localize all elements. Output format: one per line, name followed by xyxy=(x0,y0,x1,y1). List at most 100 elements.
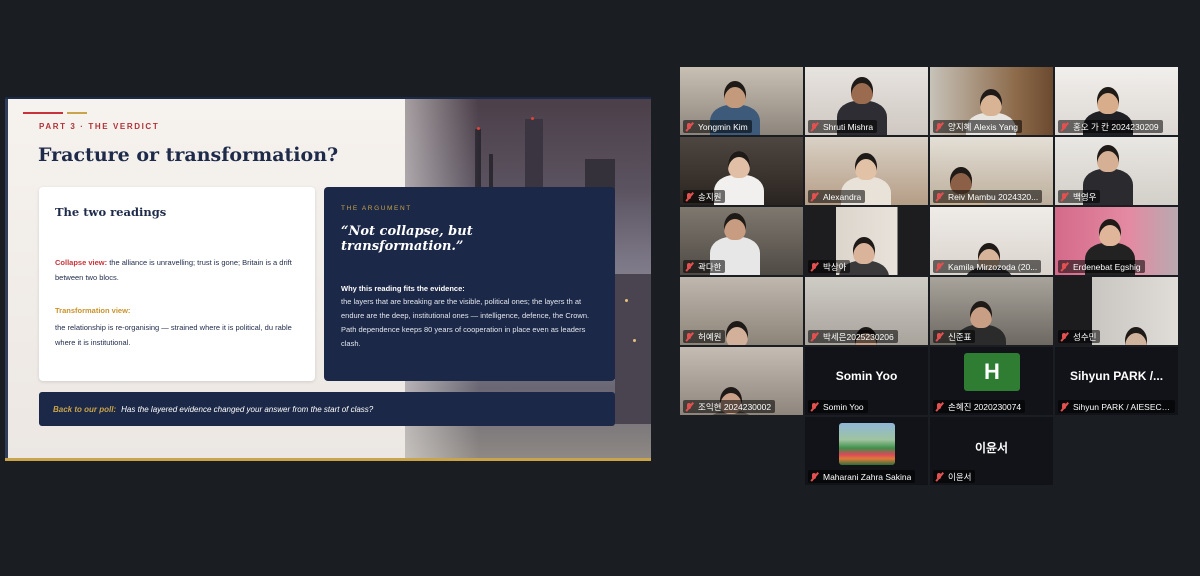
participant-display-name: Sihyun PARK /... xyxy=(1069,369,1164,383)
participant-name: Kamila Mirzozoda (20... xyxy=(948,261,1038,272)
muted-mic-icon xyxy=(1060,262,1069,272)
evidence-text: the layers that are breaking are the vis… xyxy=(341,297,590,348)
participant-tile[interactable]: 조익현 2024230002 xyxy=(680,347,803,415)
readings-heading: The two readings xyxy=(55,205,167,219)
participant-tile[interactable]: 박세은2025230206 xyxy=(805,277,928,345)
participant-face xyxy=(970,301,992,328)
slide-eyebrow: PART 3 · THE VERDICT xyxy=(39,122,160,131)
slide-left-edge xyxy=(5,99,8,461)
participant-tile[interactable]: Somin Yoo Somin Yoo xyxy=(805,347,928,415)
name-label: 양지혜 Alexis Yang xyxy=(933,120,1022,133)
transformation-view-body: the relationship is re-organising — stra… xyxy=(55,323,292,347)
participant-name: Sihyun PARK / AIESEC ... xyxy=(1073,401,1171,412)
participant-tile[interactable]: Erdenebat Egshig xyxy=(1055,207,1178,275)
muted-mic-icon xyxy=(685,122,694,132)
participant-name: Maharani Zahra Sakina xyxy=(823,471,912,482)
participant-tile[interactable]: 신준표 xyxy=(930,277,1053,345)
participant-tile[interactable]: 송지원 xyxy=(680,137,803,205)
name-label: Alexandra xyxy=(808,190,866,203)
participant-tile[interactable]: 박상아 xyxy=(805,207,928,275)
participant-tile[interactable]: 성수민 xyxy=(1055,277,1178,345)
participant-name: 송지원 xyxy=(698,191,722,202)
muted-mic-icon xyxy=(1060,192,1069,202)
muted-mic-icon xyxy=(935,192,944,202)
participant-name: Somin Yoo xyxy=(823,401,864,412)
name-label: 박상아 xyxy=(808,260,851,273)
transformation-label-text: Transformation view: xyxy=(55,306,131,315)
accent-bar xyxy=(67,112,87,114)
muted-mic-icon xyxy=(685,402,694,412)
participant-tile[interactable]: Sihyun PARK /... Sihyun PARK / AIESEC ... xyxy=(1055,347,1178,415)
name-label: 손혜진 2020230074 xyxy=(933,400,1026,413)
muted-mic-icon xyxy=(810,192,819,202)
participant-tile[interactable]: Alexandra xyxy=(805,137,928,205)
slide-title: Fracture or transformation? xyxy=(38,144,339,166)
participant-name: 백영우 xyxy=(1073,191,1097,202)
poll-label: Back to our poll: xyxy=(53,404,117,414)
name-label: 백영우 xyxy=(1058,190,1101,203)
muted-mic-icon xyxy=(810,262,819,272)
participant-tile[interactable]: 이윤서 이윤서 xyxy=(930,417,1053,485)
muted-mic-icon xyxy=(810,402,819,412)
participant-tile[interactable]: 홍오 가 칸 2024230209 xyxy=(1055,67,1178,135)
participant-name: Yongmin Kim xyxy=(698,121,748,132)
participant-tile[interactable]: 백영우 xyxy=(1055,137,1178,205)
muted-mic-icon xyxy=(935,122,944,132)
participant-face xyxy=(855,153,877,180)
participant-tile[interactable]: 양지혜 Alexis Yang xyxy=(930,67,1053,135)
participant-face xyxy=(853,237,875,264)
muted-mic-icon xyxy=(810,332,819,342)
participant-tile[interactable]: 곽다한 xyxy=(680,207,803,275)
participant-name: Shruti Mishra xyxy=(823,121,874,132)
muted-mic-icon xyxy=(1060,122,1069,132)
slide-bottom-rule xyxy=(5,458,651,461)
participant-tile[interactable]: Shruti Mishra xyxy=(805,67,928,135)
avatar: H xyxy=(964,353,1020,391)
argument-eyebrow: THE ARGUMENT xyxy=(341,205,412,212)
participant-name: 양지혜 Alexis Yang xyxy=(948,121,1018,132)
name-label: 허예원 xyxy=(683,330,726,343)
shared-slide: PART 3 · THE VERDICT Fracture or transfo… xyxy=(5,97,651,461)
name-label: Sihyun PARK / AIESEC ... xyxy=(1058,400,1175,413)
name-label: Kamila Mirzozoda (20... xyxy=(933,260,1042,273)
name-label: Shruti Mishra xyxy=(808,120,878,133)
name-label: Reiv Mambu 2024320... xyxy=(933,190,1043,203)
muted-mic-icon xyxy=(935,262,944,272)
participant-face xyxy=(1099,219,1121,246)
participant-face xyxy=(728,151,750,178)
participant-tile[interactable]: Kamila Mirzozoda (20... xyxy=(930,207,1053,275)
participant-display-name: Somin Yoo xyxy=(835,369,898,383)
participant-tile[interactable]: Maharani Zahra Sakina xyxy=(805,417,928,485)
participant-name: 성수민 xyxy=(1073,331,1097,342)
participant-name: Erdenebat Egshig xyxy=(1073,261,1141,272)
participant-name: 곽다한 xyxy=(698,261,722,272)
participant-face xyxy=(726,321,748,345)
argument-quote: “Not collapse, but transformation.” xyxy=(341,224,473,254)
name-label: 송지원 xyxy=(683,190,726,203)
name-label: 조익현 2024230002 xyxy=(683,400,776,413)
participant-tile[interactable]: H 손혜진 2020230074 xyxy=(930,347,1053,415)
name-label: 곽다한 xyxy=(683,260,726,273)
muted-mic-icon xyxy=(1060,402,1069,412)
participant-name: 허예원 xyxy=(698,331,722,342)
participant-display-name: 이윤서 xyxy=(974,441,1009,455)
participant-name: 조익현 2024230002 xyxy=(698,401,772,412)
participant-tile[interactable]: Reiv Mambu 2024320... xyxy=(930,137,1053,205)
meeting-window: PART 3 · THE VERDICT Fracture or transfo… xyxy=(0,0,1200,576)
accent-bar xyxy=(23,112,63,114)
profile-picture xyxy=(839,423,895,465)
poll-banner: Back to our poll: Has the layered eviden… xyxy=(39,392,615,426)
participant-tile[interactable]: Yongmin Kim xyxy=(680,67,803,135)
poll-question: Has the layered evidence changed your an… xyxy=(121,404,374,414)
muted-mic-icon xyxy=(685,192,694,202)
name-label: 성수민 xyxy=(1058,330,1101,343)
participant-name: 손혜진 2020230074 xyxy=(948,401,1022,412)
muted-mic-icon xyxy=(935,472,944,482)
readings-card: The two readings Collapse view: the alli… xyxy=(39,187,315,381)
participant-face xyxy=(980,89,1002,116)
participant-tile[interactable]: 허예원 xyxy=(680,277,803,345)
name-label: Somin Yoo xyxy=(808,400,868,413)
participant-name: Reiv Mambu 2024320... xyxy=(948,191,1039,202)
argument-card: THE ARGUMENT “Not collapse, but transfor… xyxy=(324,187,615,381)
participant-face xyxy=(724,213,746,240)
